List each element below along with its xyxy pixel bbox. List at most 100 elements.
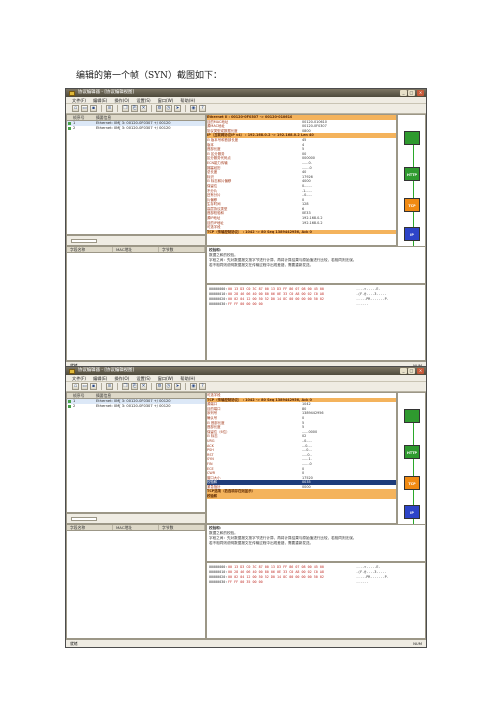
hex-row[interactable]: 00000030: FF FF 00 35 00 00...... [209,580,423,585]
save-icon[interactable]: ▪ [90,105,97,112]
filter-input[interactable] [71,239,97,243]
toolbar: ▫ ▭ ▪ ≡ ❐ ⎘ ✕ ⚙ ◷ ➤ ◉? [66,382,426,392]
menu-bar: 文件(F) 编辑(E) 操作(O) 设置(S) 窗口(W) 帮助(H) [66,97,426,104]
hex-ascii: ...... [356,302,369,306]
clock-icon[interactable]: ◷ [165,105,172,112]
field-column-header[interactable]: MAC地址 [113,247,159,252]
copy-icon[interactable]: ❐ [122,383,129,390]
menu-item[interactable]: 设置(S) [136,97,150,103]
hex-offset: 00000030: [209,302,228,306]
menu-item[interactable]: 编辑(E) [93,375,107,381]
capture-icon[interactable]: ◉ [190,105,197,112]
menu-item[interactable]: 设置(S) [136,375,150,381]
new-icon[interactable]: ▫ [72,105,79,112]
help-icon[interactable]: ? [199,105,206,112]
close-button[interactable]: × [417,90,424,96]
settings-icon[interactable]: ⚙ [156,105,163,112]
menu-item[interactable]: 帮助(H) [180,97,195,103]
layer-block-http[interactable]: HTTP [404,167,420,181]
field-value: 0000 [302,484,311,489]
page-caption: 编辑的第一个帧（SYN）截图如下： [76,71,222,81]
send-icon[interactable]: ➤ [174,383,181,390]
clock-icon[interactable]: ◷ [165,383,172,390]
save-icon[interactable]: ▪ [90,383,97,390]
hex-bytes: FF FF 00 35 00 00 [228,580,263,584]
list-icon[interactable]: ≡ [106,383,113,390]
close-button[interactable]: × [417,368,424,374]
menu-item[interactable]: 操作(O) [114,375,129,381]
help-icon[interactable]: ? [199,383,206,390]
layer-block-ip[interactable]: IP [404,227,420,241]
menu-item[interactable]: 文件(F) [72,375,86,381]
packet-check-icon [68,399,71,403]
layer-app-block [404,409,420,423]
column-header-no[interactable]: 帧序号 [67,115,93,120]
minimize-button[interactable]: _ [400,368,407,374]
field-value [302,393,396,398]
menu-item[interactable]: 窗口(W) [158,375,174,381]
copy-icon[interactable]: ❐ [122,105,129,112]
paste-icon[interactable]: ⎘ [131,383,138,390]
settings-icon[interactable]: ⚙ [156,383,163,390]
field-list-header: 字段名称 MAC地址 字节数 [67,525,205,531]
hex-dump: 00000000: 00 13 D3 C0 3C 87 00 13 D3 FF 8… [206,284,426,361]
field-column-header[interactable]: 字段名称 [67,247,113,252]
packet-row[interactable]: 2 Ethernet: 0M[ 3: 00120-0F0307 +/ 00120 [67,404,205,410]
maximize-button[interactable]: □ [408,90,415,96]
protocol-tree: 可选字段 TCP（传输控制协议） : 1042 -> 80 Seq 1389442… [206,392,397,524]
capture-icon[interactable]: ◉ [190,383,197,390]
menu-item[interactable]: 窗口(W) [158,97,174,103]
field-column-header[interactable]: 字节数 [159,525,205,530]
hex-row[interactable]: 00000030: FF FF 00 00 00 00...... [209,302,423,307]
open-icon[interactable]: ▭ [81,105,88,112]
field-value: 0800 [302,128,311,133]
title-bar: 协议编辑器 - [协议编辑视图] _ □ × [66,367,426,375]
toolbar: ▫ ▭ ▪ ≡ ❐ ⎘ ✕ ⚙ ◷ ➤ ◉? [66,104,426,114]
packet-check-icon [68,121,71,125]
menu-item[interactable]: 操作(O) [114,97,129,103]
window-title: 协议编辑器 - [协议编辑视图] [78,90,135,95]
list-icon[interactable]: ≡ [106,105,113,112]
menu-item[interactable]: 文件(F) [72,97,86,103]
column-header-summary[interactable]: 摘要信息 [93,393,205,397]
column-header-summary[interactable]: 摘要信息 [93,115,205,119]
packet-summary: Ethernet: 0M[ 3: 00120-0F0307 +/ 00120 [96,126,171,130]
menu-item[interactable]: 帮助(H) [180,375,195,381]
packet-no: 2 [67,126,93,132]
packet-row[interactable]: 2 Ethernet: 0M[ 3: 00120-0F0307 +/ 00120 [67,126,205,132]
minimize-button[interactable]: _ [400,90,407,96]
field-column-header[interactable]: 字节数 [159,247,205,252]
hex-dump: 00000000: 00 13 D3 C0 3C 87 00 13 D3 FF 8… [206,562,426,639]
field-name: 校验和 [207,494,218,499]
status-text: 就绪 [70,641,78,646]
field-column-header[interactable]: 字段名称 [67,525,113,530]
protocol-header-row[interactable]: TCP（传输控制协议） : 1042 -> 80 Seq 1389442956,… [207,229,396,235]
field-column-header[interactable]: MAC地址 [113,525,159,530]
paste-icon[interactable]: ⎘ [131,105,138,112]
send-icon[interactable]: ➤ [174,105,181,112]
toolbar-separator [151,383,152,390]
column-header-no[interactable]: 帧序号 [67,393,93,398]
menu-item[interactable]: 编辑(E) [93,97,107,103]
protocol-header-row[interactable]: 校验和 [207,494,396,499]
layer-block-ip[interactable]: IP [404,505,420,519]
app-icon [69,90,75,96]
layer-app-block [404,131,420,145]
protocol-tree: Ethernet II : 00120-0F0307 -> 00120-0106… [206,114,397,246]
maximize-button[interactable]: □ [408,368,415,374]
field-description: 校验和： 数据之和的校验。 字段之间：先对数据报文按字节进行计算，再将计算结果与原始… [206,246,426,284]
hex-offset: 00000030: [209,580,228,584]
delete-icon[interactable]: ✕ [140,105,147,112]
new-icon[interactable]: ▫ [72,383,79,390]
filter-input[interactable] [71,517,97,521]
layer-block-tcp[interactable]: TCP [404,476,420,490]
open-icon[interactable]: ▭ [81,383,88,390]
layer-block-http[interactable]: HTTP [404,445,420,459]
status-bar: 就绪 NUM [66,639,426,647]
title-bar: 协议编辑器 - [协议编辑视图] _ □ × [66,89,426,97]
packet-check-icon [68,127,71,131]
hex-ascii: ...... [356,580,369,584]
layer-block-tcp[interactable]: TCP [404,198,420,212]
packet-no-text: 1 [73,398,76,403]
delete-icon[interactable]: ✕ [140,383,147,390]
